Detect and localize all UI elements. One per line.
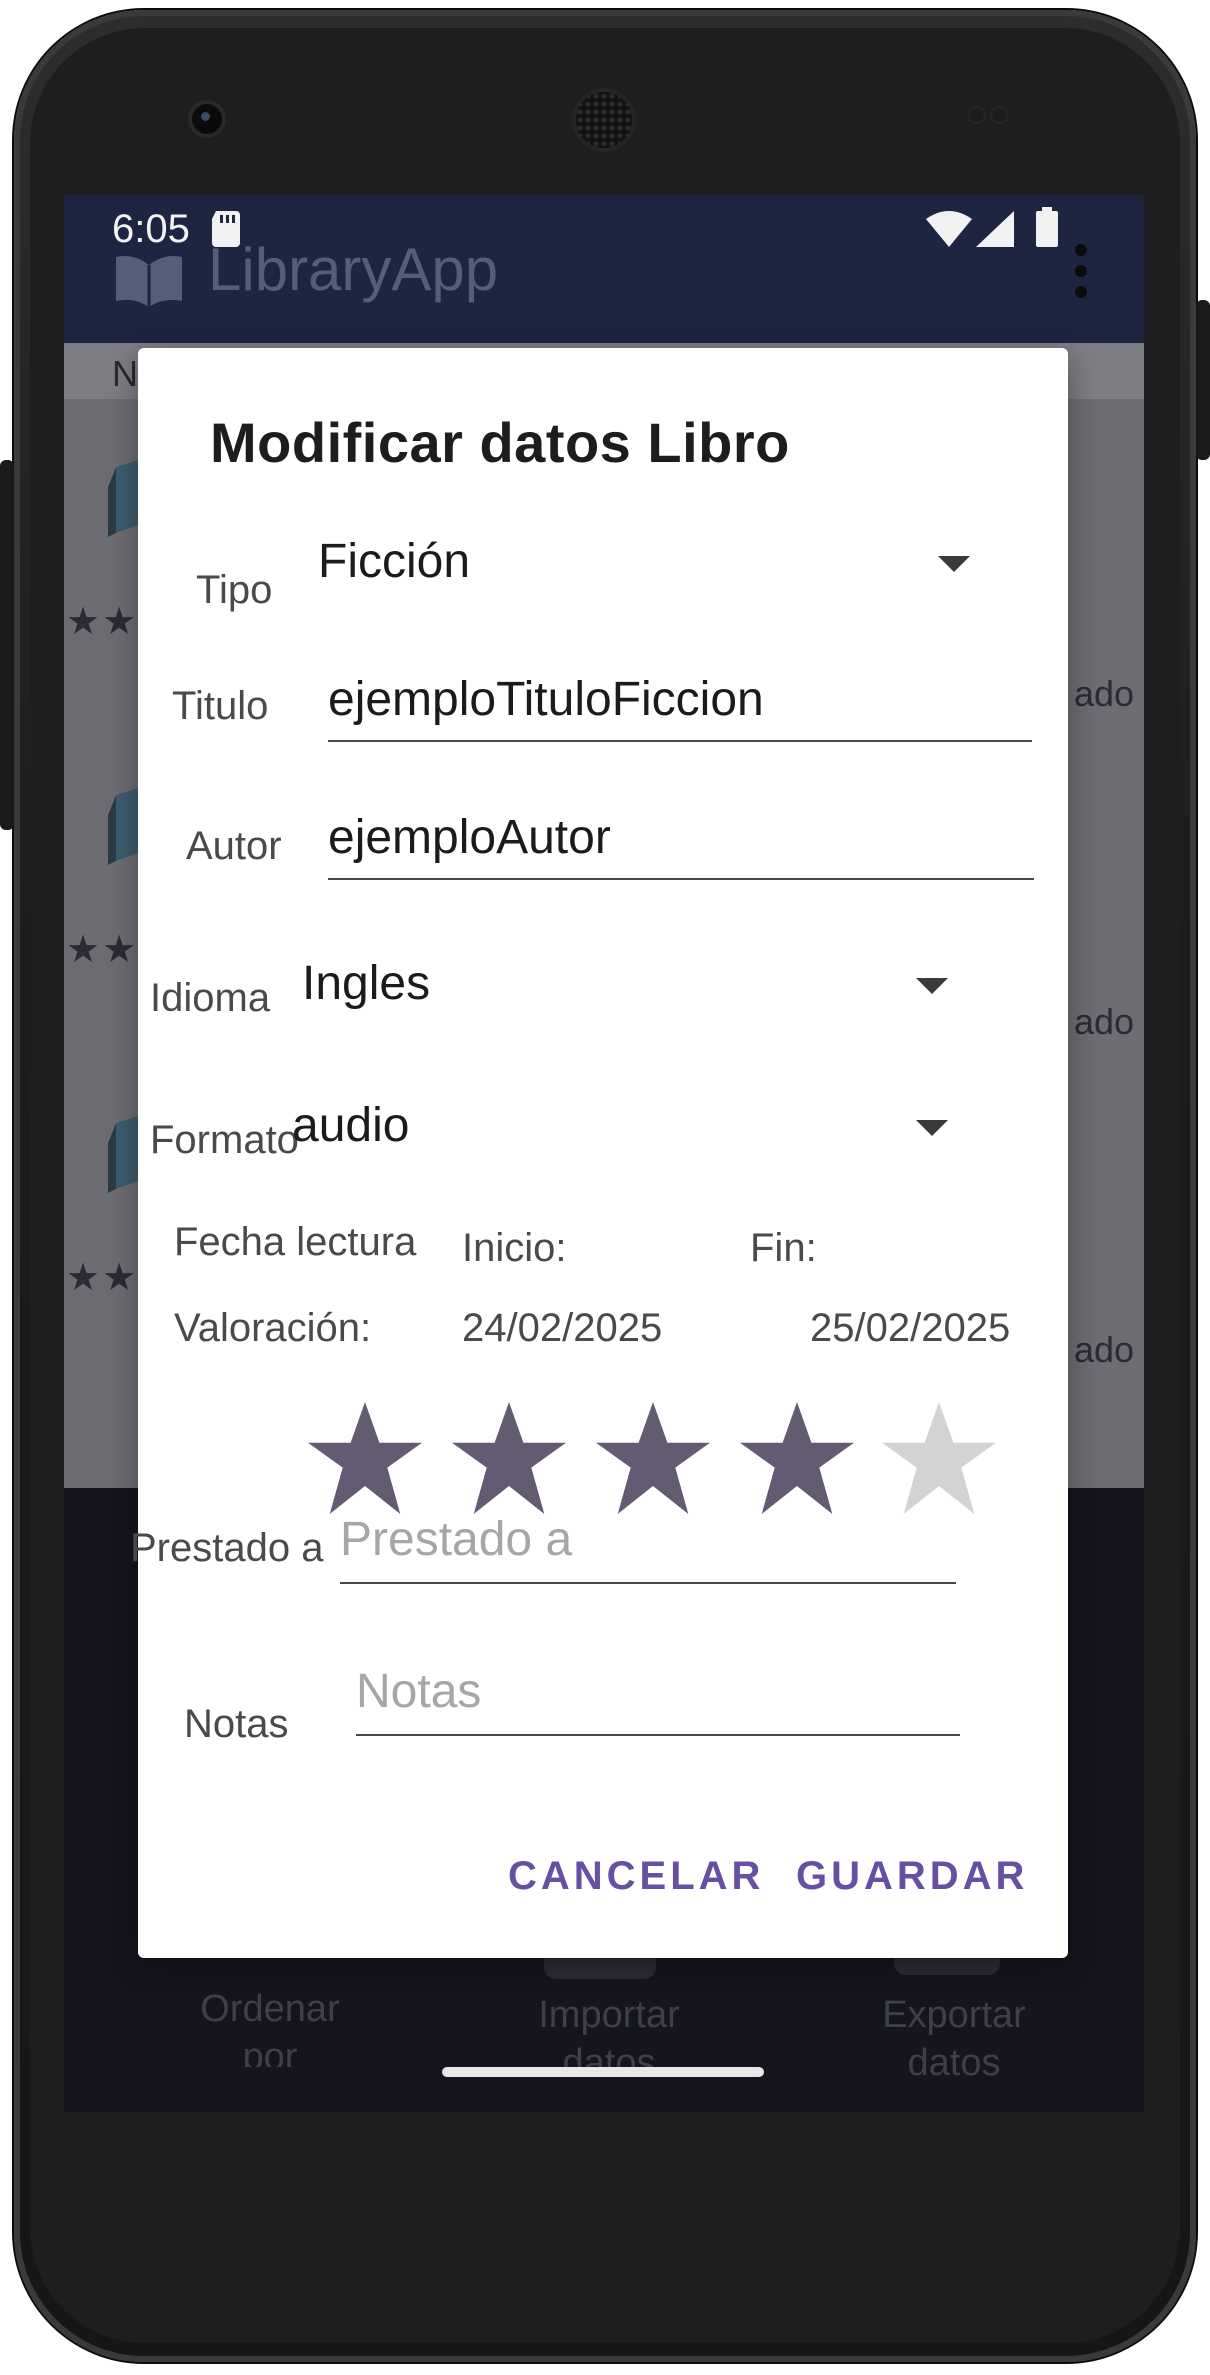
fecha-lectura-label: Fecha lectura [174,1220,417,1264]
dropdown-arrow-icon [916,978,948,994]
list-header-text: N [112,353,138,394]
tipo-label: Tipo [196,568,273,612]
titulo-label: Titulo [172,684,269,728]
dropdown-arrow-icon [916,1120,948,1136]
titulo-value: ejemploTituloFiccion [328,673,764,726]
formato-dropdown[interactable]: audio [292,1098,992,1168]
save-button[interactable]: GUARDAR [796,1854,1028,1899]
dropdown-arrow-icon [938,556,970,572]
autor-input[interactable]: ejemploAutor [328,804,1034,882]
prestado-placeholder: Prestado a [340,1513,573,1566]
earpiece-speaker [576,92,632,148]
power-button [1196,300,1210,460]
prestado-input[interactable]: Prestado a [340,1512,956,1586]
notas-placeholder: Notas [356,1665,482,1718]
autor-value: ejemploAutor [328,811,611,864]
titulo-input[interactable]: ejemploTituloFiccion [328,666,1032,744]
volume-button [0,460,14,830]
valoracion-label: Valoración: [174,1306,372,1350]
row-rating-stars: ★★ [66,601,139,643]
fecha-fin-value[interactable]: 25/02/2025 [810,1306,1010,1351]
list-item-trailing: ado [1074,1001,1135,1042]
inicio-label: Inicio: [462,1226,567,1270]
proximity-sensors [970,108,1026,124]
overflow-menu-icon[interactable] [1074,243,1088,299]
formato-label: Formato [150,1118,299,1162]
list-item-trailing: ado [1074,673,1135,714]
battery-icon [1036,207,1058,247]
input-underline [328,740,1032,742]
rating-star-2-icon[interactable] [448,1402,570,1514]
rating-star-4-icon[interactable] [736,1402,858,1514]
app-title: LibraryApp [208,236,499,303]
nav-item-ordenar[interactable]: Ordenar por [170,1985,370,2067]
book-logo-icon [116,256,182,307]
input-underline [340,1582,956,1584]
list-item-trailing: ado [1074,1329,1135,1370]
prestado-label: Prestado a [130,1526,324,1570]
home-indicator[interactable] [442,2067,764,2077]
cellular-signal-icon [976,211,1014,247]
edit-book-dialog: Modificar datos Libro Tipo Ficción Titul… [130,348,1068,1958]
tipo-dropdown[interactable]: Ficción [318,534,1018,604]
rating-star-3-icon[interactable] [592,1402,714,1514]
front-camera [192,104,222,134]
rating-star-1-icon[interactable] [304,1402,426,1514]
formato-value: audio [292,1099,410,1152]
row-rating-stars: ★★ [66,1257,139,1299]
notas-input[interactable]: Notas [356,1664,960,1738]
cancel-button[interactable]: CANCELAR [508,1854,764,1899]
notas-label: Notas [184,1702,289,1746]
status-time: 6:05 [112,207,190,251]
row-rating-stars: ★★ [66,929,139,971]
idioma-label: Idioma [150,976,271,1020]
input-underline [328,878,1034,880]
rating-bar[interactable] [304,1402,1004,1522]
input-underline [356,1734,960,1736]
idioma-dropdown[interactable]: Ingles [302,956,1002,1026]
rating-star-5-icon[interactable] [878,1402,1000,1514]
autor-label: Autor [186,824,282,868]
wifi-icon [926,211,972,247]
fecha-inicio-value[interactable]: 24/02/2025 [462,1306,662,1351]
dialog-title: Modificar datos Libro [210,411,790,474]
nav-item-importar[interactable]: Importar datos [514,1991,704,2071]
tipo-value: Ficción [318,535,471,588]
nav-item-exportar[interactable]: Exportar datos [854,1991,1054,2091]
idioma-value: Ingles [302,957,431,1010]
fin-label: Fin: [750,1226,817,1270]
